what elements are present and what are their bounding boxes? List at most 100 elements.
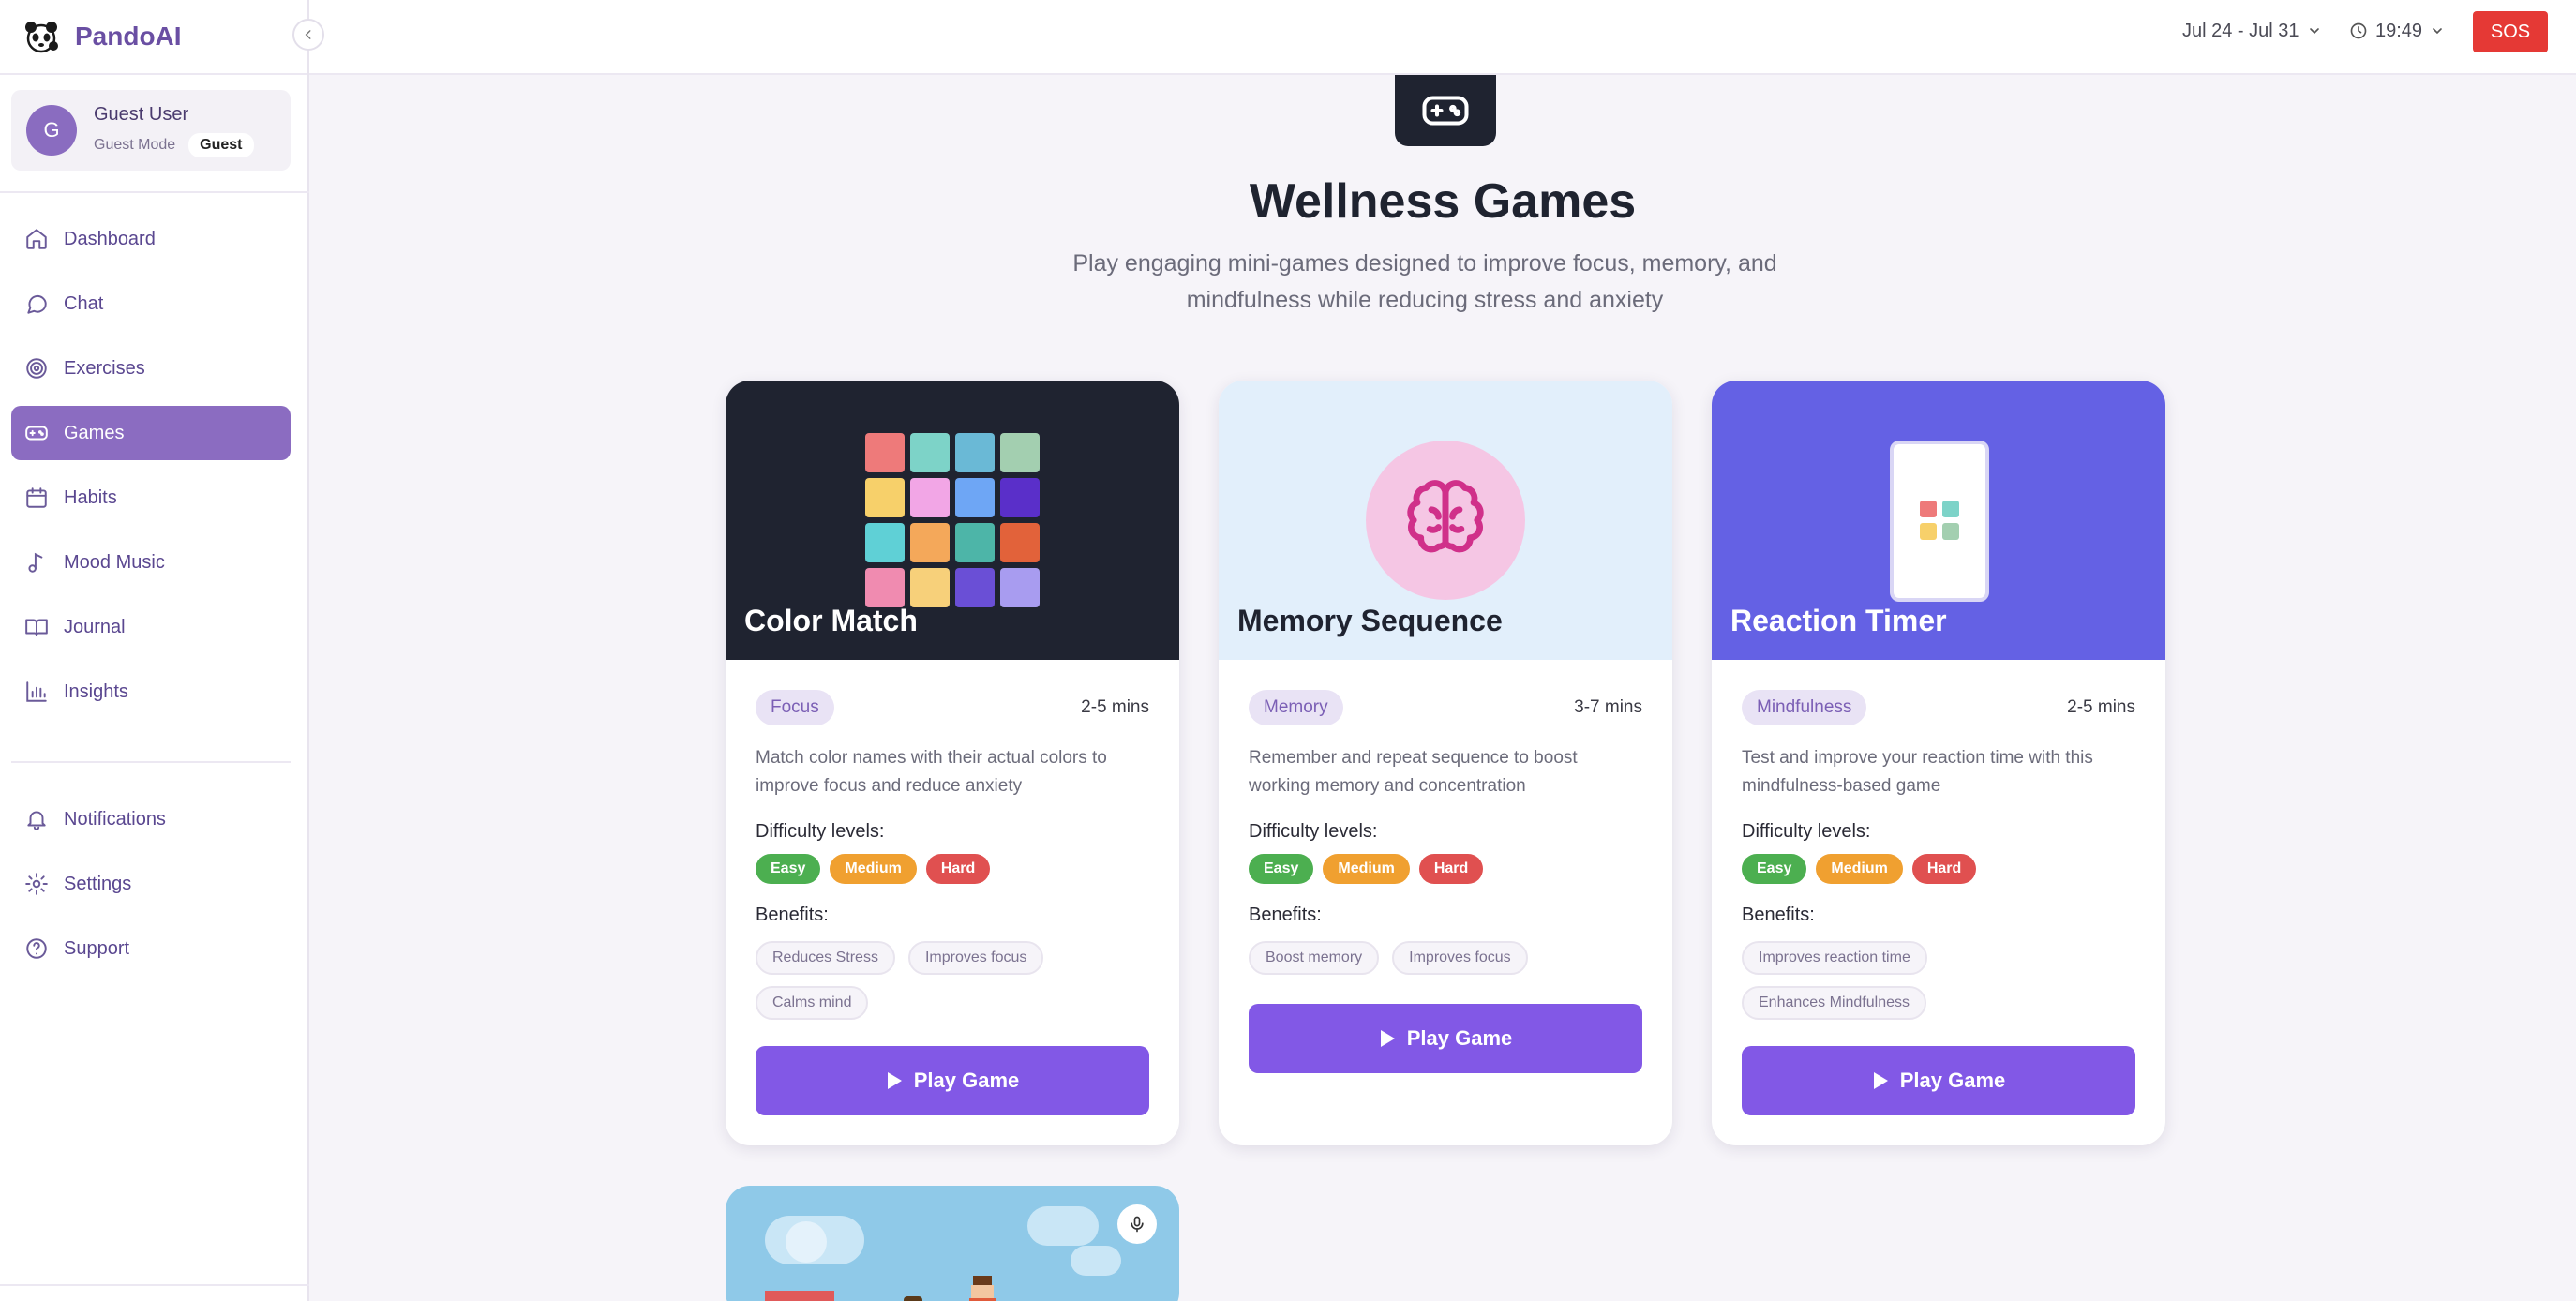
play-game-button[interactable]: Play Game bbox=[756, 1046, 1149, 1115]
chevron-left-icon bbox=[305, 30, 311, 39]
difficulty-label: Difficulty levels: bbox=[1249, 821, 1378, 842]
color-square bbox=[955, 478, 995, 517]
guest-badge: Guest bbox=[188, 132, 254, 157]
clock-icon bbox=[2350, 22, 2367, 39]
play-icon bbox=[1873, 1072, 1888, 1089]
nav-label: Support bbox=[64, 937, 130, 959]
benefits-label: Benefits: bbox=[756, 905, 829, 925]
play-game-button[interactable]: Play Game bbox=[1742, 1046, 2135, 1115]
category-pill: Memory bbox=[1249, 690, 1343, 725]
nav-label: Chat bbox=[64, 292, 104, 314]
category-pill: Mindfulness bbox=[1742, 690, 1867, 725]
avatar: G bbox=[26, 105, 77, 156]
nav-item-chat[interactable]: Chat bbox=[11, 277, 291, 331]
nav-label: Mood Music bbox=[64, 551, 165, 573]
play-game-button[interactable]: Play Game bbox=[1249, 1004, 1642, 1073]
benefit-tag: Reduces Stress bbox=[756, 941, 895, 975]
benefits-label: Benefits: bbox=[1249, 905, 1322, 925]
card-title: Memory Sequence bbox=[1237, 604, 1503, 637]
benefits-label: Benefits: bbox=[1742, 905, 1815, 925]
chevron-down-icon bbox=[2309, 28, 2319, 35]
phone-illustration bbox=[1890, 441, 1989, 602]
color-square bbox=[865, 568, 905, 607]
secondary-nav: Notifications Settings Support bbox=[11, 792, 291, 986]
difficulty-label: Difficulty levels: bbox=[756, 821, 885, 842]
game-card-reaction-timer: Reaction Timer Mindfulness 2-5 mins Test… bbox=[1712, 381, 2165, 1145]
nav-label: Settings bbox=[64, 873, 132, 894]
bar-chart-icon bbox=[26, 681, 47, 702]
card-description: Remember and repeat sequence to boost wo… bbox=[1249, 748, 1578, 796]
benefit-tag: Improves focus bbox=[907, 941, 1044, 975]
category-pill: Focus bbox=[756, 690, 834, 725]
brain-icon bbox=[1407, 480, 1484, 553]
color-square bbox=[1000, 433, 1040, 472]
help-circle-icon bbox=[26, 938, 47, 959]
user-card[interactable]: G Guest User Guest Mode Guest bbox=[11, 90, 291, 171]
color-square bbox=[955, 568, 995, 607]
collapse-sidebar-button[interactable] bbox=[292, 19, 324, 51]
nav-item-journal[interactable]: Journal bbox=[11, 600, 291, 654]
chevron-down-icon bbox=[2433, 28, 2442, 35]
benefit-tag: Enhances Mindfulness bbox=[1742, 986, 1926, 1020]
card-description: Test and improve your reaction time with… bbox=[1742, 748, 2093, 796]
microphone-button[interactable] bbox=[1117, 1204, 1157, 1244]
page-title: Wellness Games bbox=[1249, 174, 1637, 229]
top-header: Jul 24 - Jul 31 19:49 SOS bbox=[309, 0, 2576, 75]
nav-item-exercises[interactable]: Exercises bbox=[11, 341, 291, 396]
color-square bbox=[910, 478, 950, 517]
nav-item-notifications[interactable]: Notifications bbox=[11, 792, 291, 846]
duration: 2-5 mins bbox=[1081, 697, 1149, 717]
color-square bbox=[1000, 568, 1040, 607]
play-icon bbox=[887, 1072, 902, 1089]
date-range-value: Jul 24 - Jul 31 bbox=[2182, 20, 2299, 41]
nav-item-habits[interactable]: Habits bbox=[11, 471, 291, 525]
benefit-tag: Calms mind bbox=[756, 986, 869, 1020]
card-body: Mindfulness 2-5 mins Test and improve yo… bbox=[1742, 690, 2135, 1020]
page-subtitle: Play engaging mini-games designed to imp… bbox=[1072, 250, 1777, 313]
pixel-character bbox=[966, 1276, 999, 1301]
color-square bbox=[1000, 478, 1040, 517]
card-hero bbox=[726, 1186, 1179, 1301]
play-icon bbox=[1380, 1030, 1395, 1047]
nav-item-dashboard[interactable]: Dashboard bbox=[11, 212, 291, 266]
color-square bbox=[865, 433, 905, 472]
nav-item-games[interactable]: Games bbox=[11, 406, 291, 460]
nav-item-settings[interactable]: Settings bbox=[11, 857, 291, 911]
bell-icon bbox=[27, 811, 46, 830]
card-hero: Reaction Timer bbox=[1712, 381, 2165, 660]
divider bbox=[0, 191, 309, 193]
home-icon bbox=[26, 229, 47, 249]
difficulty-medium: Medium bbox=[1323, 854, 1410, 884]
difficulty-easy: Easy bbox=[756, 854, 821, 884]
difficulty-easy: Easy bbox=[1742, 854, 1807, 884]
color-square bbox=[955, 433, 995, 472]
brand[interactable]: PandoAI bbox=[0, 0, 307, 75]
card-hero: Memory Sequence bbox=[1219, 381, 1672, 660]
sidebar: PandoAI G Guest User Guest Mode Guest Da… bbox=[0, 0, 309, 1301]
nav-label: Notifications bbox=[64, 808, 166, 830]
color-square bbox=[910, 433, 950, 472]
user-mode: Guest Mode Guest bbox=[94, 132, 254, 157]
user-mode-label: Guest Mode bbox=[94, 136, 176, 153]
app-name: PandoAI bbox=[75, 22, 182, 51]
difficulty-medium: Medium bbox=[1816, 854, 1903, 884]
primary-nav: Dashboard Chat Exercises Games Habits Mo… bbox=[11, 212, 291, 729]
chat-icon bbox=[27, 295, 47, 314]
nav-item-support[interactable]: Support bbox=[11, 921, 291, 976]
gear-icon bbox=[25, 873, 48, 895]
date-range-select[interactable]: Jul 24 - Jul 31 bbox=[2182, 0, 2322, 62]
duration: 2-5 mins bbox=[2067, 697, 2135, 717]
time-select[interactable]: 19:49 bbox=[2349, 0, 2445, 62]
nav-label: Habits bbox=[64, 486, 117, 508]
difficulty-medium: Medium bbox=[830, 854, 917, 884]
difficulty-easy: Easy bbox=[1249, 854, 1314, 884]
benefit-tag: Improves focus bbox=[1392, 941, 1528, 975]
color-square bbox=[865, 523, 905, 562]
difficulty-label: Difficulty levels: bbox=[1742, 821, 1871, 842]
nav-label: Games bbox=[64, 422, 125, 443]
play-label: Play Game bbox=[1406, 1026, 1513, 1050]
nav-label: Journal bbox=[64, 616, 126, 637]
nav-item-insights[interactable]: Insights bbox=[11, 665, 291, 719]
sos-button[interactable]: SOS bbox=[2473, 11, 2548, 52]
nav-item-mood-music[interactable]: Mood Music bbox=[11, 535, 291, 590]
